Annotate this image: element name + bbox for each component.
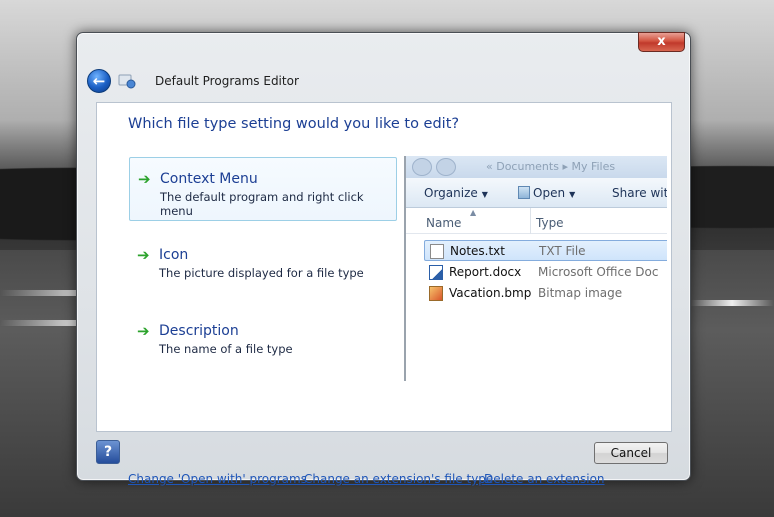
option-title: Icon (159, 247, 189, 263)
file-row: Report.docx Microsoft Office Doc (424, 262, 667, 283)
option-description: The default program and right click menu (160, 190, 364, 218)
default-programs-icon (118, 74, 136, 89)
column-separator (530, 208, 531, 234)
help-button[interactable]: ? (96, 440, 120, 464)
file-row: Vacation.bmp Bitmap image (424, 283, 667, 304)
back-arrow-icon: ← (92, 72, 106, 90)
share-with-menu: Share with (612, 186, 667, 200)
sort-ascending-icon: ▲ (470, 208, 477, 217)
bitmap-image-icon (429, 286, 443, 301)
column-name: Name (426, 216, 462, 230)
file-type: TXT File (539, 244, 586, 258)
option-icon[interactable]: ➔ Icon The picture displayed for a file … (129, 234, 397, 298)
explorer-back-icon (412, 158, 432, 176)
back-button[interactable]: ← (87, 69, 111, 93)
option-context-menu[interactable]: ➔ Context Menu The default program and r… (129, 157, 397, 221)
close-button[interactable]: x (638, 32, 685, 52)
word-document-icon (429, 265, 443, 280)
wallpaper-light-streak (690, 300, 774, 306)
delete-extension-link[interactable]: Delete an extension (484, 472, 605, 486)
text-file-icon (430, 244, 444, 259)
explorer-address-bar: « Documents ▸ My Files (406, 156, 667, 178)
explorer-breadcrumb: « Documents ▸ My Files (486, 160, 616, 173)
content-panel: Which file type setting would you like t… (96, 102, 672, 486)
option-description: The picture displayed for a file type (159, 266, 364, 280)
explorer-toolbar: Organize▼ Open▼ Share with (406, 178, 667, 208)
explorer-forward-icon (436, 158, 456, 176)
file-name: Vacation.bmp (449, 286, 532, 300)
option-title: Description (159, 323, 239, 339)
option-description[interactable]: ➔ Description The name of a file type (129, 310, 397, 374)
explorer-column-header: ▲ Name Type (406, 208, 667, 234)
file-name: Notes.txt (450, 244, 505, 258)
column-type: Type (536, 216, 564, 230)
open-menu: Open ▼ (518, 186, 575, 200)
dialog-footer: ? Cancel (96, 433, 672, 473)
default-programs-editor-window: x ← Default Programs Editor Which file t… (76, 32, 691, 486)
page-heading: Which file type setting would you like t… (128, 116, 460, 132)
option-title: Context Menu (160, 171, 258, 187)
organize-menu: Organize ▼ (424, 186, 488, 200)
title-bar: ← Default Programs Editor (85, 69, 675, 95)
file-type: Microsoft Office Doc (538, 265, 659, 279)
explorer-preview: « Documents ▸ My Files Organize ▼ Open ▼ S… (404, 156, 667, 381)
green-arrow-icon: ➔ (137, 246, 150, 264)
cancel-button[interactable]: Cancel (594, 442, 668, 464)
file-name: Report.docx (449, 265, 522, 279)
window-title: Default Programs Editor (155, 74, 299, 88)
file-type: Bitmap image (538, 286, 623, 300)
chevron-down-icon: ▼ (481, 190, 488, 199)
help-icon: ? (103, 444, 113, 460)
green-arrow-icon: ➔ (137, 322, 150, 340)
green-arrow-icon: ➔ (138, 170, 151, 188)
open-icon (518, 186, 530, 199)
close-icon: x (657, 34, 666, 49)
chevron-down-icon: ▼ (569, 190, 576, 199)
change-extension-file-type-link[interactable]: Change an extension's file type (304, 472, 493, 486)
change-open-with-link[interactable]: Change 'Open with' programs (128, 472, 307, 486)
option-description: The name of a file type (159, 342, 293, 356)
file-row: Notes.txt TXT File (424, 240, 667, 261)
